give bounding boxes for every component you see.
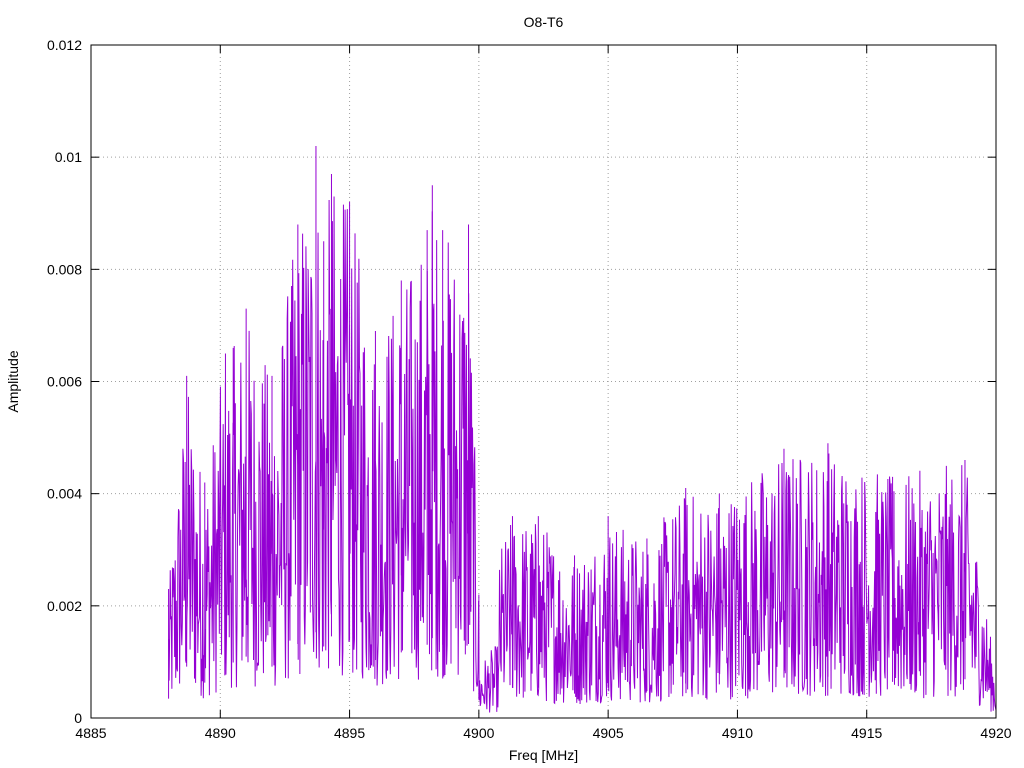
series-layer: [168, 145, 997, 713]
x-tick-label: 4900: [463, 725, 494, 741]
x-tick-label: 4890: [205, 725, 236, 741]
x-tick-label: 4885: [75, 725, 106, 741]
y-tick-label: 0.004: [47, 486, 82, 502]
chart-title: O8-T6: [524, 14, 564, 30]
x-tick-label: 4920: [980, 725, 1011, 741]
y-axis-title: Amplitude: [5, 350, 21, 412]
x-tick-label: 4915: [851, 725, 882, 741]
x-tick-label: 4905: [593, 725, 624, 741]
y-tick-label: 0: [74, 710, 82, 726]
x-tick-label: 4895: [334, 725, 365, 741]
x-axis-title: Freq [MHz]: [509, 747, 578, 763]
series-line: [168, 196, 997, 713]
y-tick-label: 0.008: [47, 261, 82, 277]
y-tick-label: 0.002: [47, 598, 82, 614]
y-tick-label: 0.006: [47, 374, 82, 390]
chart: 4885 4890 4895 4900 4905 4910 4915 4920 0 0.002 0.…: [5, 14, 1012, 763]
x-tick-label: 4910: [722, 725, 753, 741]
y-tick-label: 0.012: [47, 37, 82, 53]
y-tick-label: 0.01: [55, 149, 82, 165]
